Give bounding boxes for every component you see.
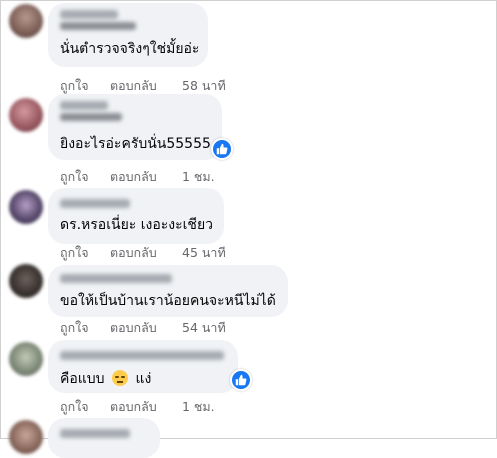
comment-actions: ถูกใจ ตอบกลับ 54 นาที [60, 318, 226, 338]
comment-bubble: ขอให้เป็นบ้านเราน้อยคนจะหนีไม่ได้ [48, 265, 288, 317]
comment-actions: ถูกใจ ตอบกลับ 45 นาที [60, 243, 226, 263]
like-reaction-badge[interactable] [211, 138, 233, 160]
comment-text: ขอให้เป็นบ้านเราน้อยคนจะหนีไม่ได้ [60, 293, 276, 309]
commenter-name[interactable] [60, 274, 172, 283]
commenter-name[interactable] [60, 199, 130, 208]
reply-link[interactable]: ตอบกลับ [110, 76, 180, 96]
unamused-face-emoji [112, 370, 129, 386]
comment-timestamp[interactable]: 45 นาที [182, 243, 226, 263]
comment-bubble: ยิงอะไรอ่ะครับนั่น55555 [48, 94, 222, 160]
comment-text: นั่นตำรวจจริงๆใช่มั้ยอ่ะ [60, 41, 200, 57]
commenter-name[interactable] [60, 429, 130, 438]
like-link[interactable]: ถูกใจ [60, 397, 110, 417]
comment-text: ยิงอะไรอ่ะครับนั่น55555 [60, 136, 211, 152]
comment-text: คือแบบ แง่ [60, 370, 151, 388]
avatar[interactable] [9, 264, 43, 298]
comment-timestamp[interactable]: 1 ชม. [182, 167, 215, 187]
commenter-name[interactable] [60, 351, 224, 360]
like-link[interactable]: ถูกใจ [60, 318, 110, 338]
avatar[interactable] [9, 190, 43, 224]
commenter-subname [60, 22, 136, 30]
comment-text-part: แง่ [135, 371, 152, 387]
avatar[interactable] [9, 4, 43, 38]
comment-text: ดร.หรอเนี่ยะ เงอะงะเชียว [60, 217, 214, 233]
avatar[interactable] [9, 420, 43, 454]
commenter-name[interactable] [60, 101, 108, 110]
avatar[interactable] [9, 342, 43, 376]
comment-actions: ถูกใจ ตอบกลับ 58 นาที [60, 76, 226, 96]
comment-actions: ถูกใจ ตอบกลับ 1 ชม. [60, 167, 215, 187]
comment-bubble: นั่นตำรวจจริงๆใช่มั้ยอ่ะ [48, 3, 208, 67]
avatar[interactable] [9, 98, 43, 132]
like-reaction-badge[interactable] [230, 369, 252, 391]
thumbs-up-icon [235, 374, 247, 386]
commenter-subname [60, 113, 122, 121]
like-link[interactable]: ถูกใจ [60, 167, 110, 187]
comment-bubble [48, 418, 160, 458]
comment-timestamp[interactable]: 58 นาที [182, 76, 226, 96]
reply-link[interactable]: ตอบกลับ [110, 397, 180, 417]
reply-link[interactable]: ตอบกลับ [110, 243, 180, 263]
comment-timestamp[interactable]: 54 นาที [182, 318, 226, 338]
reply-link[interactable]: ตอบกลับ [110, 167, 180, 187]
comment-bubble: ดร.หรอเนี่ยะ เงอะงะเชียว [48, 188, 224, 244]
comment-bubble: คือแบบ แง่ [48, 340, 238, 393]
comment-text-part: คือแบบ [60, 371, 105, 387]
thumbs-up-icon [216, 143, 228, 155]
commenter-name[interactable] [60, 10, 118, 19]
like-link[interactable]: ถูกใจ [60, 243, 110, 263]
like-link[interactable]: ถูกใจ [60, 76, 110, 96]
comment-timestamp[interactable]: 1 ชม. [182, 397, 215, 417]
reply-link[interactable]: ตอบกลับ [110, 318, 180, 338]
comment-actions: ถูกใจ ตอบกลับ 1 ชม. [60, 397, 215, 417]
